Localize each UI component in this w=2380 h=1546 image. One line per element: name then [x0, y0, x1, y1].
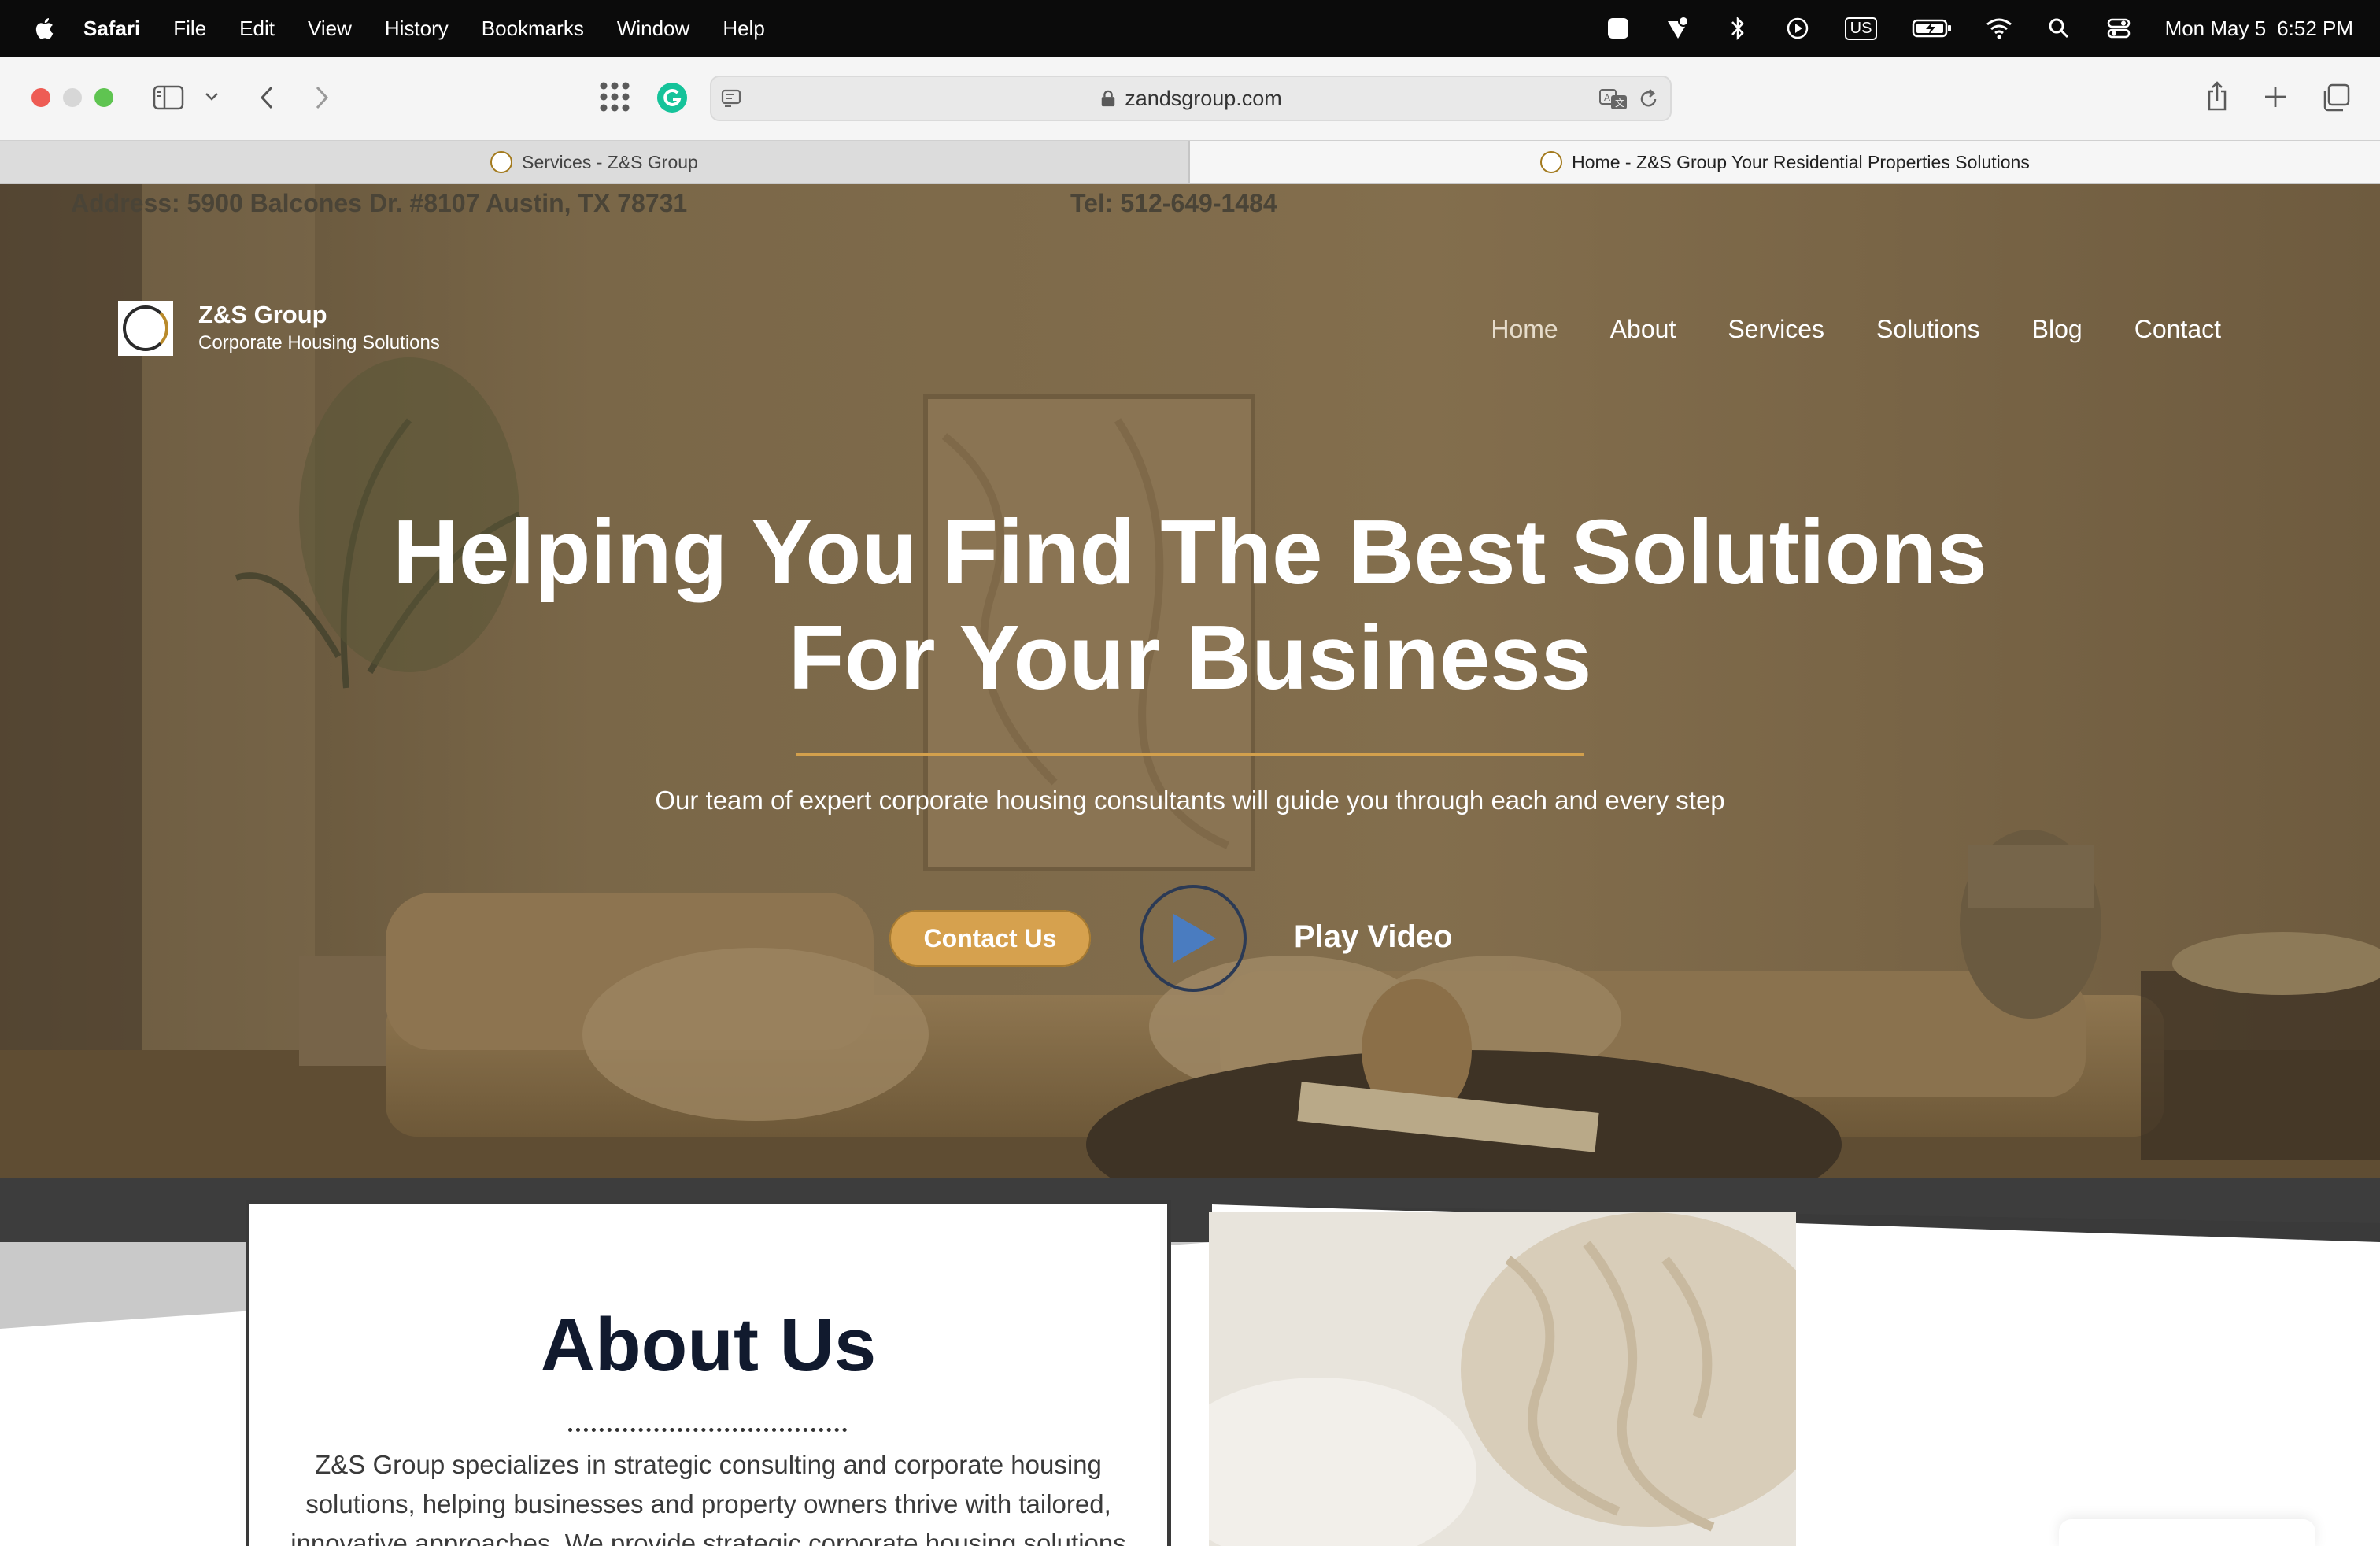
tab-title: Services - Z&S Group [522, 151, 698, 172]
grammarly-extension-icon[interactable] [656, 82, 688, 113]
input-source-icon[interactable]: US [1844, 15, 1879, 42]
close-window-button[interactable] [31, 88, 50, 107]
menu-window[interactable]: Window [617, 17, 689, 41]
svg-text:文: 文 [1615, 97, 1624, 109]
menu-safari[interactable]: Safari [83, 17, 140, 41]
brand-name[interactable]: Z&S Group [198, 301, 327, 329]
translate-icon[interactable]: A文 [1598, 87, 1629, 112]
nav-solutions[interactable]: Solutions [1876, 315, 1980, 344]
play-video-button[interactable] [1140, 885, 1247, 992]
sidebar-toggle-icon[interactable] [153, 83, 184, 112]
macos-menu-bar: Safari File Edit View History Bookmarks … [0, 0, 2380, 57]
minimize-window-button[interactable] [63, 88, 82, 107]
bluetooth-icon[interactable] [1724, 15, 1751, 42]
tab-overview-icon[interactable] [2320, 82, 2352, 113]
brand-logo[interactable] [118, 301, 173, 356]
hero-title: Helping You Find The Best Solutions For … [0, 499, 2380, 710]
play-status-icon[interactable] [1784, 15, 1811, 42]
menubar-status-area: US Mon May 5 6:52 PM [1605, 0, 2353, 57]
hero-divider [796, 753, 1584, 756]
chat-widget[interactable] [2059, 1519, 2315, 1546]
nav-about[interactable]: About [1610, 315, 1676, 344]
hero-title-line1: Helping You Find The Best Solutions [393, 501, 1987, 603]
nav-blog[interactable]: Blog [2032, 315, 2082, 344]
tab-title: Home - Z&S Group Your Residential Proper… [1572, 151, 2030, 172]
app-square-icon[interactable] [1605, 15, 1632, 42]
header-phone[interactable]: Tel: 512-649-1484 [1070, 189, 1277, 218]
hero-section: Address: 5900 Balcones Dr. #8107 Austin,… [0, 184, 2380, 1178]
tab-strip: Services - Z&S Group Home - Z&S Group Yo… [0, 140, 2380, 184]
url-text: zandsgroup.com [1125, 86, 1282, 110]
web-page: Address: 5900 Balcones Dr. #8107 Austin,… [0, 184, 2380, 1546]
wifi-icon[interactable] [1986, 15, 2012, 42]
back-arrow-icon[interactable] [253, 82, 280, 113]
about-text: Z&S Group specializes in strategic consu… [290, 1450, 1126, 1546]
menu-bookmarks[interactable]: Bookmarks [482, 17, 584, 41]
logo-ring-icon [123, 305, 168, 351]
safari-toolbar: zandsgroup.com A文 [0, 57, 2380, 140]
header-address: Address: 5900 Balcones Dr. #8107 Austin,… [71, 189, 688, 217]
contact-us-button[interactable]: Contact Us [889, 910, 1091, 967]
play-video-label[interactable]: Play Video [1294, 919, 1453, 955]
main-navigation: Home About Services Solutions Blog Conta… [1491, 315, 2221, 344]
about-title: About Us [540, 1303, 877, 1387]
clock-date: Mon May 5 [2164, 16, 2267, 40]
menu-edit[interactable]: Edit [239, 17, 275, 41]
clock-time: 6:52 PM [2277, 16, 2353, 40]
extensions-grid-icon[interactable] [598, 80, 631, 113]
page-menu-icon[interactable] [719, 87, 743, 110]
apple-menu-icon[interactable] [31, 15, 55, 42]
nav-contact[interactable]: Contact [2134, 315, 2221, 344]
lock-icon [1101, 90, 1115, 107]
site-favicon-icon [1540, 151, 1563, 173]
new-tab-icon[interactable] [2262, 83, 2289, 110]
address-bar[interactable]: zandsgroup.com A文 [710, 76, 1672, 121]
reload-icon[interactable] [1637, 87, 1661, 112]
pillow-photo [1209, 1212, 1796, 1546]
nav-home[interactable]: Home [1491, 315, 1558, 344]
input-source-label: US [1844, 17, 1878, 40]
site-favicon-icon [490, 151, 513, 173]
hero-subtitle: Our team of expert corporate housing con… [655, 786, 1725, 815]
control-center-icon[interactable] [2105, 15, 2132, 42]
about-image [1209, 1212, 1796, 1546]
play-icon [1173, 914, 1216, 963]
vpn-shield-icon[interactable] [1665, 15, 1691, 42]
menu-file[interactable]: File [173, 17, 206, 41]
nav-services[interactable]: Services [1728, 315, 1824, 344]
share-icon[interactable] [2204, 79, 2230, 113]
chevron-down-icon[interactable] [203, 88, 220, 105]
menubar-clock[interactable]: Mon May 5 6:52 PM [2165, 17, 2353, 41]
menu-help[interactable]: Help [722, 17, 764, 41]
tab-services[interactable]: Services - Z&S Group [0, 141, 1190, 183]
tab-home[interactable]: Home - Z&S Group Your Residential Proper… [1190, 141, 2380, 183]
spotlight-search-icon[interactable] [2046, 15, 2072, 42]
menu-history[interactable]: History [385, 17, 449, 41]
svg-text:A: A [1604, 92, 1610, 103]
brand-tagline: Corporate Housing Solutions [198, 332, 440, 353]
battery-icon[interactable] [1912, 15, 1953, 42]
zoom-window-button[interactable] [94, 88, 113, 107]
menu-view[interactable]: View [308, 17, 352, 41]
forward-arrow-icon[interactable] [309, 82, 335, 113]
hero-title-line2: For Your Business [788, 606, 1592, 708]
about-divider [568, 1428, 847, 1432]
